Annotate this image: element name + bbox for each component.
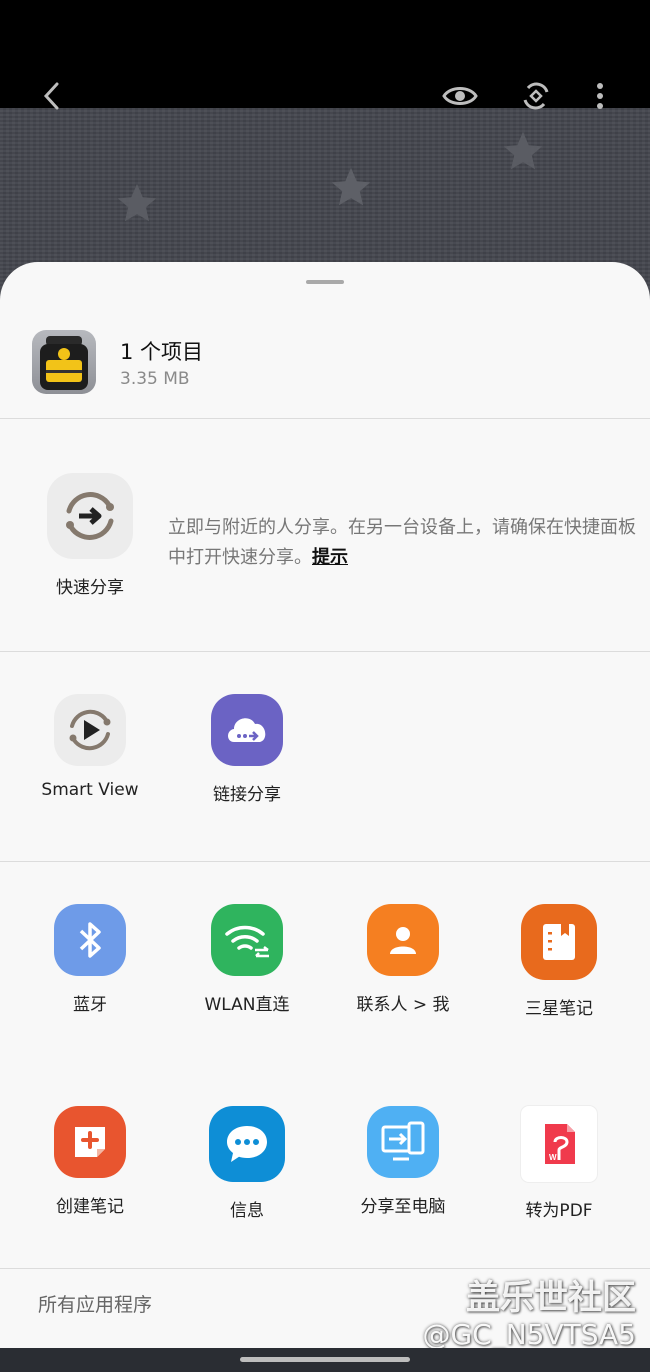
create-note-icon <box>54 1106 126 1178</box>
quick-share-label: 快速分享 <box>56 578 124 598</box>
star-decoration <box>503 131 543 170</box>
quick-share-section: 快速分享 立即与附近的人分享。在另一台设备上，请确保在快捷面板中打开快速分享。提… <box>0 419 650 651</box>
star-decoration <box>117 183 157 222</box>
quick-share-description-text: 立即与附近的人分享。在另一台设备上，请确保在快捷面板中打开快速分享。 <box>168 517 636 568</box>
samsung-notes-label: 三星笔记 <box>525 999 593 1019</box>
star-decoration <box>331 167 371 206</box>
bluetooth-label: 蓝牙 <box>73 995 107 1015</box>
bluetooth-button[interactable]: 蓝牙 <box>10 904 170 1015</box>
convert-pdf-label: 转为PDF <box>525 1201 593 1221</box>
svg-text:W: W <box>549 1153 557 1162</box>
create-note-button[interactable]: 创建笔记 <box>10 1106 170 1217</box>
smart-view-icon <box>54 694 126 766</box>
quick-share-icon <box>47 473 133 559</box>
share-to-pc-button[interactable]: 分享至电脑 <box>323 1106 483 1217</box>
drag-handle[interactable] <box>306 280 344 284</box>
rotate-icon[interactable] <box>516 76 556 116</box>
item-count: 1 个项目 <box>120 340 204 364</box>
convert-pdf-button[interactable]: W 转为PDF <box>479 1106 639 1221</box>
tips-link[interactable]: 提示 <box>312 547 348 568</box>
all-apps-link[interactable]: 所有应用程序 <box>38 1290 152 1317</box>
pdf-icon: W <box>521 1106 597 1182</box>
smart-view-button[interactable]: Smart View <box>10 694 170 800</box>
watermark-handle: @GC_N5VTSA5 <box>422 1318 636 1351</box>
wifi-direct-icon <box>211 904 283 976</box>
share-header: 1 个项目 3.35 MB <box>0 314 650 418</box>
divider <box>0 651 650 652</box>
quick-share-button[interactable]: 快速分享 <box>10 473 170 598</box>
eye-icon[interactable] <box>440 76 480 116</box>
link-share-button[interactable]: 链接分享 <box>167 694 327 805</box>
watermark-title: 盖乐世社区 <box>466 1278 636 1318</box>
bluetooth-icon <box>54 904 126 976</box>
share-sheet: 1 个项目 3.35 MB 快速分享 立即与附近的人分享。在另一台设备上，请确保… <box>0 262 650 1348</box>
share-to-pc-label: 分享至电脑 <box>360 1197 446 1217</box>
smart-view-label: Smart View <box>41 780 139 800</box>
messages-button[interactable]: 信息 <box>167 1106 327 1221</box>
cloud-link-icon <box>211 694 283 766</box>
divider <box>0 861 650 862</box>
message-icon <box>209 1106 285 1182</box>
wlan-direct-label: WLAN直连 <box>204 995 290 1015</box>
notes-icon <box>521 904 597 980</box>
samsung-notes-button[interactable]: 三星笔记 <box>479 904 639 1019</box>
divider <box>0 1268 650 1269</box>
back-arrow-icon[interactable] <box>32 76 72 116</box>
share-pc-icon <box>367 1106 439 1178</box>
contacts-me-label: 联系人 > 我 <box>356 995 450 1015</box>
item-size: 3.35 MB <box>120 369 190 389</box>
create-note-label: 创建笔记 <box>56 1197 124 1217</box>
navigation-bar <box>0 1348 650 1372</box>
quick-share-description: 立即与附近的人分享。在另一台设备上，请确保在快捷面板中打开快速分享。提示 <box>168 513 638 573</box>
home-gesture-handle[interactable] <box>240 1357 410 1362</box>
messages-label: 信息 <box>230 1201 264 1221</box>
link-share-label: 链接分享 <box>213 785 281 805</box>
contacts-me-button[interactable]: 联系人 > 我 <box>323 904 483 1015</box>
more-vert-icon[interactable] <box>580 76 620 116</box>
contact-icon <box>367 904 439 976</box>
wlan-direct-button[interactable]: WLAN直连 <box>167 904 327 1015</box>
item-thumbnail <box>32 330 96 394</box>
